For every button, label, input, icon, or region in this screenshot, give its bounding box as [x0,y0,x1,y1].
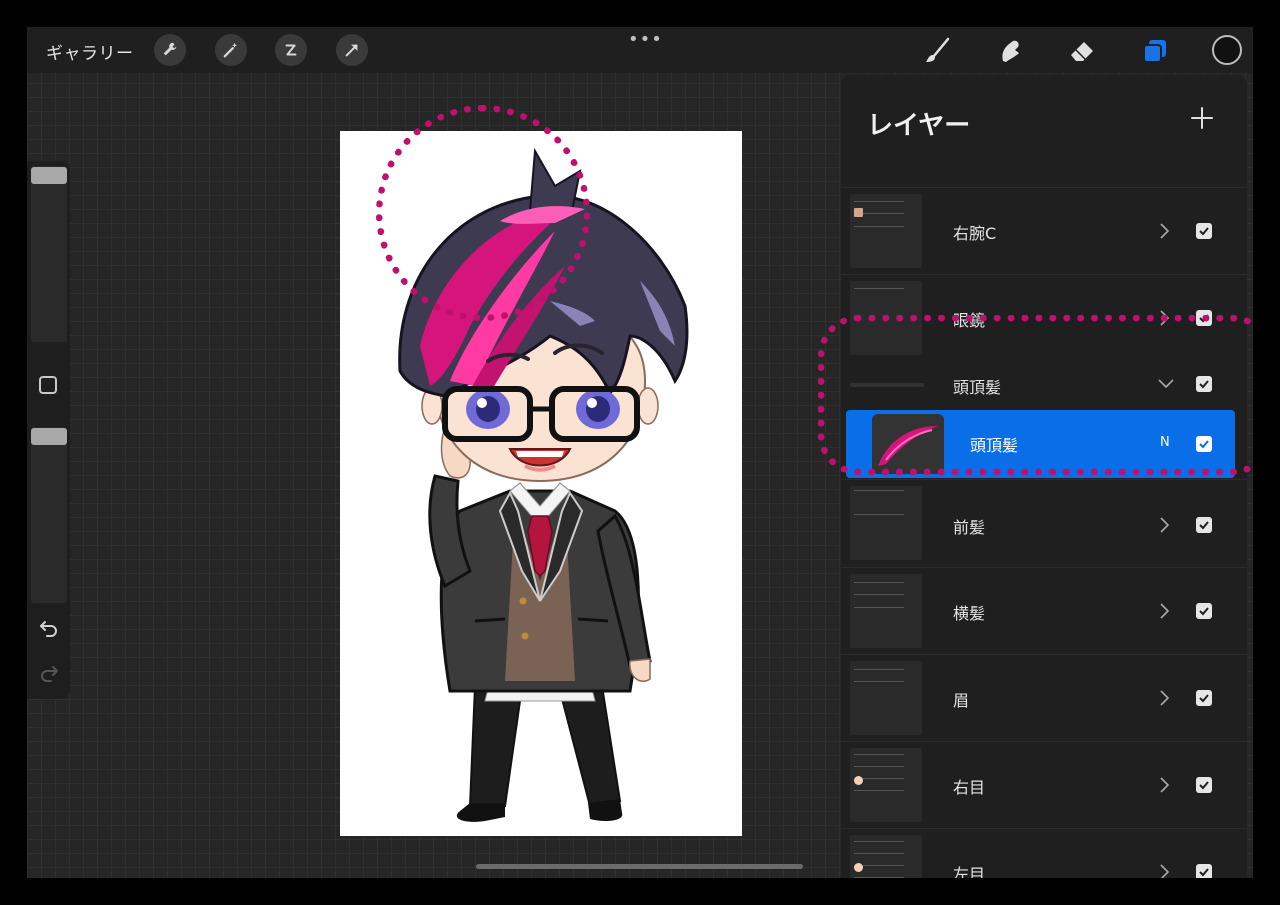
opacity-slider[interactable] [31,427,67,603]
layer-row-right-arm-c[interactable]: 右腕C [841,187,1247,273]
redo-icon[interactable] [38,661,60,683]
left-sidebar [27,161,70,699]
chevron-right-icon[interactable] [1157,689,1171,707]
wrench-icon[interactable] [154,34,186,66]
chevron-right-icon[interactable] [1157,776,1171,794]
opacity-handle[interactable] [31,428,67,445]
layer-visibility-checkbox[interactable] [1196,223,1212,239]
layer-name: 右目 [953,778,986,797]
eraser-icon[interactable] [1065,34,1099,68]
layer-row-left-eye[interactable]: 左目 [841,828,1247,878]
layer-visibility-checkbox[interactable] [1196,603,1212,619]
layer-visibility-checkbox[interactable] [1196,517,1212,533]
top-toolbar: ギャラリー ••• [27,27,1253,73]
chevron-right-icon[interactable] [1157,602,1171,620]
layer-name: 眉 [953,691,970,710]
layer-thumbnail [850,194,922,268]
annotation-highlight-layer [818,315,1253,475]
layer-name: 前髪 [953,518,986,537]
layer-name: 右腕C [953,224,997,243]
layer-name: 横髪 [953,604,986,623]
undo-icon[interactable] [38,616,60,638]
chevron-right-icon[interactable] [1157,516,1171,534]
layer-visibility-checkbox[interactable] [1196,864,1212,878]
layer-row-side-hair[interactable]: 横髪 [841,567,1247,653]
brush-icon[interactable] [920,34,954,68]
transform-arrow-icon[interactable] [336,34,368,66]
annotation-circle-hair [376,105,590,321]
layer-thumbnail [850,661,922,735]
layer-thumbnail [850,748,922,822]
gallery-button[interactable]: ギャラリー [46,39,134,64]
magic-wand-icon[interactable] [215,34,247,66]
modify-button[interactable] [39,376,57,394]
layer-thumbnail [850,486,922,560]
more-options-icon[interactable]: ••• [628,29,663,50]
procreate-window: ギャラリー ••• レイヤー 右腕C 眼鏡 頭頂髪 頭頂髪 N 前髪 横髪 眉 … [27,27,1253,878]
layers-panel-title: レイヤー [867,111,971,141]
layer-thumbnail [850,574,922,648]
layer-visibility-checkbox[interactable] [1196,690,1212,706]
layers-panel: レイヤー 右腕C 眼鏡 頭頂髪 頭頂髪 N 前髪 横髪 眉 右目 左目 [841,75,1247,878]
layer-visibility-checkbox[interactable] [1196,777,1212,793]
layer-row-right-eye[interactable]: 右目 [841,741,1247,827]
brush-size-handle[interactable] [31,167,67,184]
layer-thumbnail [850,835,922,878]
smudge-icon[interactable] [993,34,1027,68]
layer-name: 左目 [953,865,986,878]
color-icon[interactable] [1212,35,1242,65]
brush-size-slider[interactable] [31,166,67,342]
layer-row-bangs[interactable]: 前髪 [841,479,1247,565]
layer-row-eyebrows[interactable]: 眉 [841,654,1247,740]
chevron-right-icon[interactable] [1157,863,1171,878]
add-layer-icon[interactable] [1187,103,1217,133]
home-indicator[interactable] [476,864,803,869]
selection-icon[interactable] [275,34,307,66]
layers-icon[interactable] [1138,34,1172,68]
chevron-right-icon[interactable] [1157,222,1171,240]
